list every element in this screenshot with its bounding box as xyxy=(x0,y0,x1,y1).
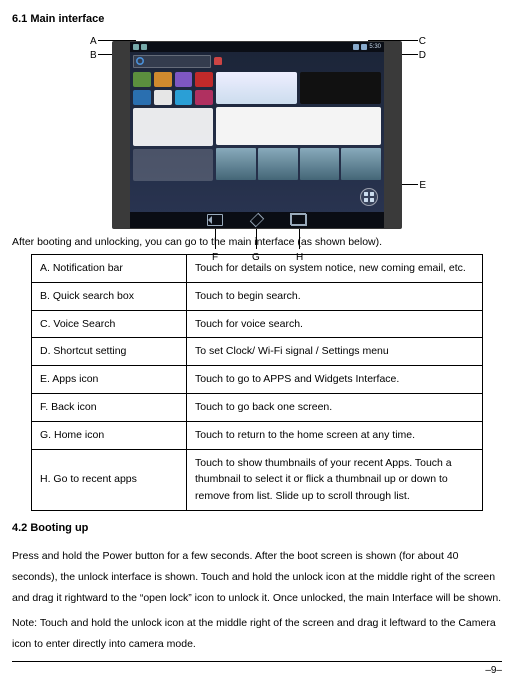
callout-d: D xyxy=(419,49,426,63)
app-shortcut[interactable] xyxy=(195,72,213,87)
clock: 5:30 xyxy=(369,43,381,51)
table-row: C. Voice Search Touch for voice search. xyxy=(32,310,483,338)
widget[interactable] xyxy=(216,72,297,104)
table-desc: Touch to go to APPS and Widgets Interfac… xyxy=(187,366,483,394)
music-widget[interactable] xyxy=(133,108,213,146)
app-shortcut[interactable] xyxy=(154,72,172,87)
voice-search-icon[interactable] xyxy=(214,57,222,65)
table-label: F. Back icon xyxy=(32,394,187,422)
table-desc: To set Clock/ Wi-Fi signal / Settings me… xyxy=(187,338,483,366)
recent-apps-icon[interactable] xyxy=(291,214,307,226)
home-content xyxy=(130,70,384,206)
table-row: F. Back icon Touch to go back one screen… xyxy=(32,394,483,422)
booting-paragraph-2: Note: Touch and hold the unlock icon at … xyxy=(12,613,502,655)
leader-f xyxy=(215,229,216,249)
video-widget[interactable] xyxy=(216,148,381,180)
table-label: H. Go to recent apps xyxy=(32,449,187,510)
table-row: G. Home icon Touch to return to the home… xyxy=(32,421,483,449)
table-label: G. Home icon xyxy=(32,421,187,449)
table-desc: Touch to go back one screen. xyxy=(187,394,483,422)
callout-a: A xyxy=(90,35,97,49)
app-shortcut[interactable] xyxy=(175,72,193,87)
leader-h xyxy=(299,229,300,249)
table-desc: Touch to show thumbnails of your recent … xyxy=(187,449,483,510)
search-row xyxy=(130,52,384,70)
interface-description-table: A. Notification bar Touch for details on… xyxy=(31,254,483,511)
callout-e: E xyxy=(419,179,426,193)
table-desc: Touch for voice search. xyxy=(187,310,483,338)
heading-main-interface: 6.1 Main interface xyxy=(12,12,502,27)
notification-icon xyxy=(141,44,147,50)
back-icon[interactable] xyxy=(207,214,223,226)
callout-h: H xyxy=(296,251,303,265)
tablet-screen: 5:30 xyxy=(130,42,384,228)
quick-search-box[interactable] xyxy=(133,55,211,68)
table-label: D. Shortcut setting xyxy=(32,338,187,366)
battery-icon xyxy=(361,44,367,50)
search-widget[interactable] xyxy=(216,107,381,145)
callout-f: F xyxy=(212,251,218,265)
bookmarks-widget[interactable] xyxy=(133,149,213,181)
app-shortcut[interactable] xyxy=(133,90,151,105)
page-number: –9– xyxy=(485,665,502,676)
notification-icon xyxy=(133,44,139,50)
notification-area xyxy=(133,44,147,50)
callout-g: G xyxy=(252,251,260,265)
booting-paragraph-1: Press and hold the Power button for a fe… xyxy=(12,546,502,609)
wifi-icon xyxy=(353,44,359,50)
leader-g xyxy=(256,229,257,249)
table-label: A. Notification bar xyxy=(32,255,187,283)
home-icon[interactable] xyxy=(250,213,264,227)
heading-booting-up: 4.2 Booting up xyxy=(12,521,502,536)
app-shortcut[interactable] xyxy=(133,72,151,87)
tablet-body: 5:30 xyxy=(112,41,402,229)
table-label: C. Voice Search xyxy=(32,310,187,338)
shortcut-settings: 5:30 xyxy=(353,43,381,51)
app-shortcut[interactable] xyxy=(195,90,213,105)
app-shortcut-grid xyxy=(133,72,213,105)
callout-b: B xyxy=(90,49,97,63)
table-label: E. Apps icon xyxy=(32,366,187,394)
app-shortcut[interactable] xyxy=(175,90,193,105)
table-row: E. Apps icon Touch to go to APPS and Wid… xyxy=(32,366,483,394)
table-row: B. Quick search box Touch to begin searc… xyxy=(32,282,483,310)
table-desc: Touch for details on system notice, new … xyxy=(187,255,483,283)
table-label: B. Quick search box xyxy=(32,282,187,310)
google-icon xyxy=(136,57,144,65)
table-desc: Touch to begin search. xyxy=(187,282,483,310)
intro-text: After booting and unlocking, you can go … xyxy=(12,235,502,250)
app-shortcut[interactable] xyxy=(154,90,172,105)
page-footer: –9– xyxy=(12,661,502,678)
table-row: H. Go to recent apps Touch to show thumb… xyxy=(32,449,483,510)
tablet-figure: A B C D E F G H 5:30 xyxy=(82,41,432,229)
callout-c: C xyxy=(419,35,426,49)
status-bar: 5:30 xyxy=(130,42,384,52)
widget[interactable] xyxy=(300,72,381,104)
table-desc: Touch to return to the home screen at an… xyxy=(187,421,483,449)
navigation-bar xyxy=(130,212,384,228)
table-row: D. Shortcut setting To set Clock/ Wi-Fi … xyxy=(32,338,483,366)
